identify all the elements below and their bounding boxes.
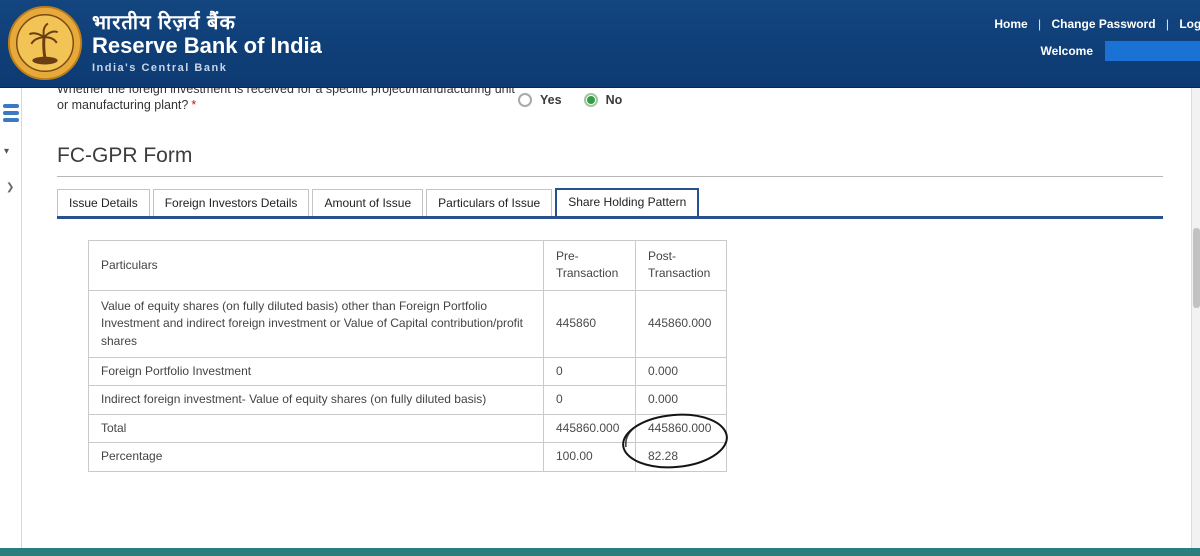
share-holding-table: Particulars Pre-Transaction Post-Transac… [88, 240, 727, 472]
radio-no[interactable] [583, 93, 598, 107]
table-row: Value of equity shares (on fully diluted… [88, 289, 727, 358]
question-line2: or manufacturing plant? [57, 98, 189, 112]
table-row: Total 445860.000 445860.000 [88, 413, 727, 444]
nav-change-password-link[interactable]: Change Password [1052, 17, 1156, 31]
table-row: Foreign Portfolio Investment 0 0.000 [88, 356, 727, 387]
question-line1: Whether the foreign investment is receiv… [57, 88, 515, 96]
row-particulars: Value of equity shares (on fully diluted… [88, 289, 544, 358]
nav-separator: | [1038, 17, 1042, 31]
title-divider [57, 176, 1163, 177]
left-sidebar: ▾ ❯ [0, 88, 22, 548]
bank-name-hindi: भारतीय रिज़र्व बैंक [92, 12, 236, 34]
table-row: Indirect foreign investment- Value of eq… [88, 385, 727, 415]
rbi-header: भारतीय रिज़र्व बैंक Reserve Bank of Indi… [0, 0, 1200, 88]
header-post-transaction: Post-Transaction [635, 240, 727, 291]
row-pre-value: 445860 [543, 289, 636, 358]
bank-tagline: India's Central Bank [92, 62, 228, 74]
page: भारतीय रिज़र्व बैंक Reserve Bank of Indi… [0, 0, 1200, 556]
row-particulars: Total [88, 413, 544, 444]
nav-home-link[interactable]: Home [994, 17, 1027, 31]
row-particulars: Indirect foreign investment- Value of eq… [88, 385, 544, 415]
row-pre-value: 0 [543, 385, 636, 415]
nav-separator: | [1165, 17, 1169, 31]
question-block: Whether the foreign investment is receiv… [57, 88, 527, 121]
table-row: Percentage 100.00 82.28 [88, 442, 727, 472]
header-nav: Home | Change Password | Logout [994, 17, 1200, 31]
radio-yes-label: Yes [540, 93, 562, 107]
required-marker: * [191, 98, 197, 112]
row-particulars: Percentage [88, 442, 544, 472]
row-post-value: 445860.000 [635, 413, 727, 444]
radio-selected-dot [586, 96, 595, 104]
row-post-value: 445860.000 [635, 289, 727, 358]
row-post-value: 0.000 [635, 385, 727, 415]
question-text: Whether the foreign investment is receiv… [57, 88, 527, 113]
row-pre-value: 100.00 [543, 442, 636, 472]
hamburger-menu-icon[interactable] [3, 104, 19, 125]
tab-issue-details[interactable]: Issue Details [57, 189, 150, 216]
hamburger-bar [3, 111, 19, 115]
tab-active-underline [57, 216, 1163, 219]
welcome-label: Welcome [1040, 44, 1093, 58]
row-post-value: 0.000 [635, 356, 727, 387]
caret-down-icon[interactable]: ▾ [4, 146, 9, 157]
row-particulars: Foreign Portfolio Investment [88, 356, 544, 387]
header-particulars: Particulars [88, 240, 544, 291]
tab-particulars-of-issue[interactable]: Particulars of Issue [426, 189, 553, 216]
welcome-row: Welcome [1041, 41, 1200, 61]
bank-name-english: Reserve Bank of India [92, 33, 322, 58]
chevron-right-icon[interactable]: ❯ [6, 182, 14, 193]
row-pre-value: 445860.000 [543, 413, 636, 444]
table-header-row: Particulars Pre-Transaction Post-Transac… [88, 240, 727, 291]
radio-no-label: No [605, 93, 623, 107]
row-post-value-circled: 82.28 [635, 442, 727, 472]
header-pre-transaction: Pre-Transaction [543, 240, 636, 291]
page-title: FC-GPR Form [57, 144, 193, 167]
vertical-scrollbar[interactable] [1191, 88, 1200, 548]
tab-foreign-investors-details[interactable]: Foreign Investors Details [152, 189, 310, 216]
hamburger-bar [3, 104, 19, 108]
rbi-logo [6, 4, 84, 82]
footer-bar [0, 548, 1200, 556]
scrollbar-thumb[interactable] [1193, 228, 1200, 308]
form-tabs: Issue Details Foreign Investors Details … [57, 188, 700, 216]
welcome-username-highlight [1105, 41, 1200, 61]
yes-no-radio-group: Yes No [518, 93, 622, 107]
hamburger-bar [3, 118, 19, 122]
row-pre-value: 0 [543, 356, 636, 387]
rbi-logo-icon [7, 5, 83, 81]
tab-share-holding-pattern[interactable]: Share Holding Pattern [555, 188, 700, 216]
nav-logout-link[interactable]: Logout [1179, 17, 1200, 31]
tab-amount-of-issue[interactable]: Amount of Issue [312, 189, 424, 216]
radio-yes[interactable] [518, 93, 532, 107]
